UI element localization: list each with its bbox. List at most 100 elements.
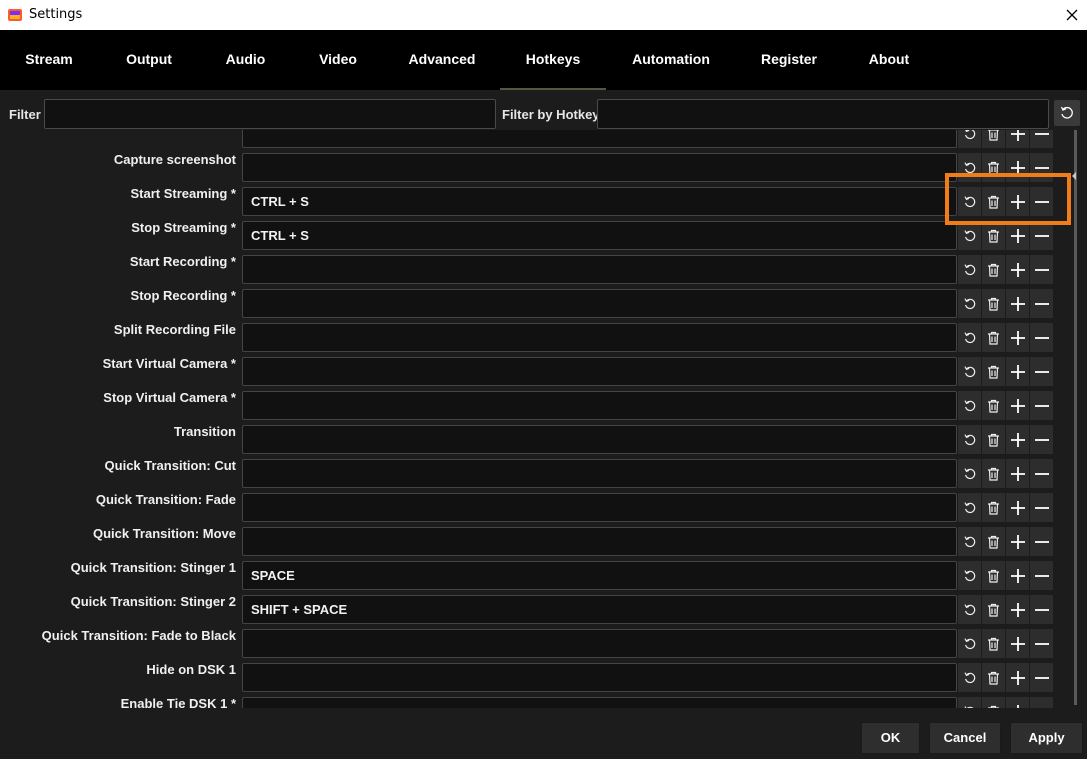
- add-button[interactable]: [1006, 663, 1029, 692]
- cancel-button[interactable]: Cancel: [929, 722, 1001, 754]
- remove-button[interactable]: [1030, 493, 1053, 522]
- add-button[interactable]: [1006, 255, 1029, 284]
- revert-button[interactable]: [958, 629, 981, 658]
- add-button[interactable]: [1006, 527, 1029, 556]
- remove-button[interactable]: [1030, 221, 1053, 250]
- tab-about[interactable]: About: [862, 30, 916, 90]
- clear-button[interactable]: [982, 697, 1005, 708]
- clear-button[interactable]: [982, 527, 1005, 556]
- add-button[interactable]: [1006, 289, 1029, 318]
- revert-button[interactable]: [958, 459, 981, 488]
- clear-button[interactable]: [982, 255, 1005, 284]
- tab-advanced[interactable]: Advanced: [403, 30, 481, 90]
- add-button[interactable]: [1006, 493, 1029, 522]
- remove-button[interactable]: [1030, 425, 1053, 454]
- hotkey-input[interactable]: [242, 153, 957, 182]
- revert-button[interactable]: [958, 255, 981, 284]
- add-button[interactable]: [1006, 391, 1029, 420]
- clear-button[interactable]: [982, 459, 1005, 488]
- add-button[interactable]: [1006, 425, 1029, 454]
- tab-stream[interactable]: Stream: [18, 30, 80, 90]
- revert-button[interactable]: [958, 130, 981, 148]
- add-button[interactable]: [1006, 459, 1029, 488]
- tab-automation[interactable]: Automation: [626, 30, 716, 90]
- revert-button[interactable]: [958, 697, 981, 708]
- hotkey-input[interactable]: SPACE: [242, 561, 957, 590]
- hotkey-input[interactable]: CTRL + S: [242, 221, 957, 250]
- remove-button[interactable]: [1030, 130, 1053, 148]
- add-button[interactable]: [1006, 221, 1029, 250]
- clear-button[interactable]: [982, 357, 1005, 386]
- tab-hotkeys[interactable]: Hotkeys: [500, 30, 606, 90]
- remove-button[interactable]: [1030, 629, 1053, 658]
- apply-button[interactable]: Apply: [1010, 722, 1083, 754]
- hotkey-input[interactable]: [242, 255, 957, 284]
- revert-button[interactable]: [958, 493, 981, 522]
- remove-button[interactable]: [1030, 697, 1053, 708]
- hotkey-input[interactable]: [242, 697, 957, 708]
- add-button[interactable]: [1006, 561, 1029, 590]
- remove-button[interactable]: [1030, 459, 1053, 488]
- hotkey-input[interactable]: [242, 323, 957, 352]
- hotkey-input[interactable]: [242, 493, 957, 522]
- revert-button[interactable]: [958, 425, 981, 454]
- hotkey-input[interactable]: CTRL + S: [242, 187, 957, 216]
- scrollbar[interactable]: [1071, 130, 1079, 708]
- clear-button[interactable]: [982, 493, 1005, 522]
- tab-video[interactable]: Video: [310, 30, 366, 90]
- filter-input[interactable]: [44, 99, 496, 129]
- hotkey-input[interactable]: [242, 391, 957, 420]
- revert-button[interactable]: [958, 527, 981, 556]
- hotkey-input[interactable]: [242, 663, 957, 692]
- remove-button[interactable]: [1030, 289, 1053, 318]
- clear-button[interactable]: [982, 289, 1005, 318]
- revert-button[interactable]: [958, 357, 981, 386]
- remove-button[interactable]: [1030, 391, 1053, 420]
- hotkey-input[interactable]: [242, 459, 957, 488]
- revert-button[interactable]: [958, 391, 981, 420]
- add-button[interactable]: [1006, 629, 1029, 658]
- clear-button[interactable]: [982, 221, 1005, 250]
- revert-button[interactable]: [958, 561, 981, 590]
- remove-button[interactable]: [1030, 595, 1053, 624]
- close-button[interactable]: [1060, 3, 1084, 27]
- remove-button[interactable]: [1030, 561, 1053, 590]
- hotkey-input[interactable]: [242, 425, 957, 454]
- hotkey-list[interactable]: Capture screenshot Start Streaming * CTRL …: [0, 130, 1087, 708]
- remove-button[interactable]: [1030, 663, 1053, 692]
- scrollbar-track[interactable]: [1074, 130, 1077, 705]
- revert-button[interactable]: [958, 323, 981, 352]
- clear-button[interactable]: [982, 663, 1005, 692]
- hotkey-input[interactable]: [242, 629, 957, 658]
- hotkey-input[interactable]: [242, 130, 957, 148]
- remove-button[interactable]: [1030, 357, 1053, 386]
- add-button[interactable]: [1006, 323, 1029, 352]
- tab-output[interactable]: Output: [117, 30, 181, 90]
- ok-button[interactable]: OK: [861, 722, 920, 754]
- remove-button[interactable]: [1030, 323, 1053, 352]
- revert-button[interactable]: [958, 595, 981, 624]
- tab-register[interactable]: Register: [754, 30, 824, 90]
- revert-button[interactable]: [958, 663, 981, 692]
- add-button[interactable]: [1006, 130, 1029, 148]
- clear-button[interactable]: [982, 561, 1005, 590]
- remove-button[interactable]: [1030, 527, 1053, 556]
- hotkey-input[interactable]: [242, 527, 957, 556]
- add-button[interactable]: [1006, 595, 1029, 624]
- tab-audio[interactable]: Audio: [218, 30, 273, 90]
- revert-button[interactable]: [958, 289, 981, 318]
- hotkey-input[interactable]: [242, 357, 957, 386]
- clear-button[interactable]: [982, 425, 1005, 454]
- hotkey-input[interactable]: SHIFT + SPACE: [242, 595, 957, 624]
- clear-button[interactable]: [982, 130, 1005, 148]
- clear-button[interactable]: [982, 595, 1005, 624]
- hotkey-input[interactable]: [242, 289, 957, 318]
- clear-button[interactable]: [982, 323, 1005, 352]
- clear-button[interactable]: [982, 629, 1005, 658]
- clear-button[interactable]: [982, 391, 1005, 420]
- add-button[interactable]: [1006, 357, 1029, 386]
- revert-button[interactable]: [958, 221, 981, 250]
- reset-filter-button[interactable]: [1054, 100, 1080, 126]
- filter-hotkey-input[interactable]: [597, 99, 1049, 129]
- add-button[interactable]: [1006, 697, 1029, 708]
